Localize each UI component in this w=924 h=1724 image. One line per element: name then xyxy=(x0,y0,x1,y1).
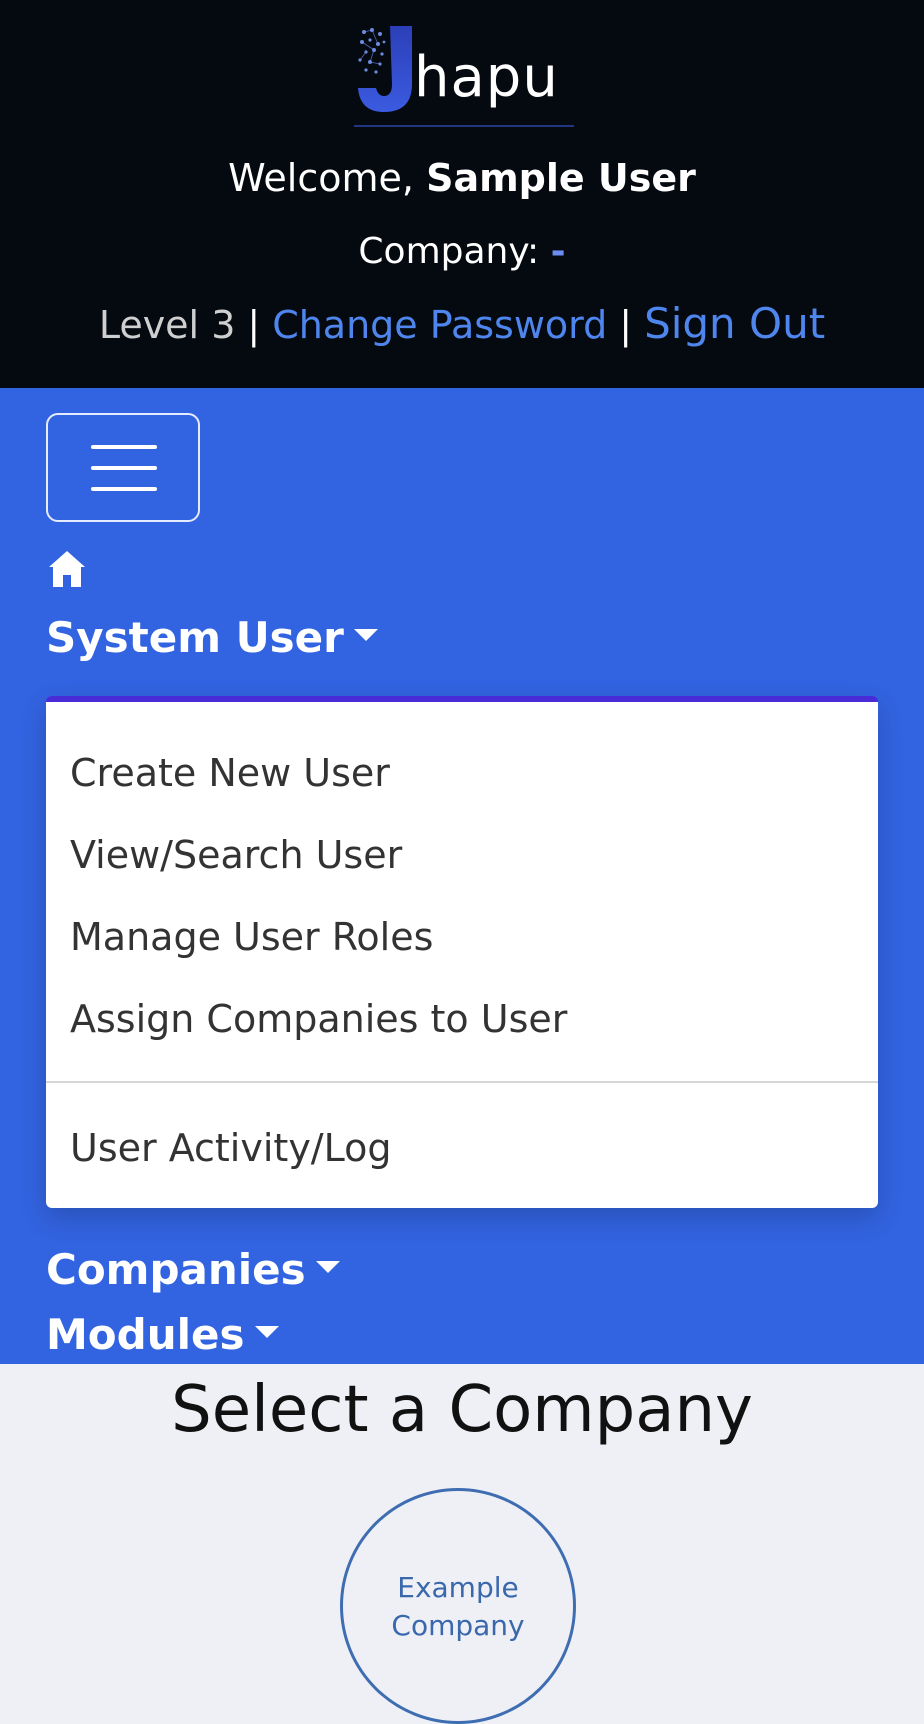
menu-item-manage-user-roles[interactable]: Manage User Roles xyxy=(70,909,433,965)
nav-system-user-label: System User xyxy=(46,613,344,662)
dropdown-divider xyxy=(46,1081,878,1083)
logo-text: hapu xyxy=(414,45,559,110)
menu-item-view-search-user[interactable]: View/Search User xyxy=(70,827,402,883)
hamburger-icon-bar xyxy=(91,445,157,449)
welcome-message: Welcome, Sample User xyxy=(0,150,924,206)
page-title: Select a Company xyxy=(171,1373,753,1447)
hamburger-icon-bar xyxy=(91,466,157,470)
account-links: Level 3 | Change Password | Sign Out xyxy=(0,296,924,353)
company-card-label: Example Company xyxy=(391,1571,525,1642)
logo-j-mark xyxy=(358,26,412,112)
nav-modules[interactable]: Modules xyxy=(46,1307,279,1363)
logo-tagline-graphic xyxy=(354,125,574,127)
company-label: Company: xyxy=(358,231,540,272)
system-user-dropdown-menu: Create New User View/Search User Manage … xyxy=(46,696,878,1208)
menu-item-create-new-user[interactable]: Create New User xyxy=(70,745,390,801)
nav-system-user[interactable]: System User xyxy=(46,610,378,666)
caret-down-icon xyxy=(254,1325,279,1338)
change-password-link[interactable]: Change Password xyxy=(272,303,607,347)
nav-modules-label: Modules xyxy=(46,1310,245,1359)
user-level: Level 3 xyxy=(98,303,236,347)
current-company: Company: - xyxy=(0,224,924,280)
welcome-prefix: Welcome, xyxy=(228,156,414,200)
user-name: Sample User xyxy=(426,156,696,200)
menu-item-assign-companies[interactable]: Assign Companies to User xyxy=(70,991,567,1047)
company-card-example[interactable]: Example Company xyxy=(340,1488,576,1724)
hamburger-icon-bar xyxy=(91,487,157,491)
nav-companies-label: Companies xyxy=(46,1245,306,1294)
separator: | xyxy=(247,303,261,347)
sign-out-link[interactable]: Sign Out xyxy=(644,299,825,348)
brand-logo[interactable]: hapu xyxy=(354,22,574,134)
separator: | xyxy=(619,303,633,347)
company-value: - xyxy=(550,231,566,272)
top-header: hapu Welcome, Sample User Company: - Lev… xyxy=(0,0,924,388)
home-icon[interactable] xyxy=(47,549,87,589)
nav-companies[interactable]: Companies xyxy=(46,1242,340,1298)
caret-down-icon xyxy=(315,1260,340,1273)
menu-toggle-button[interactable] xyxy=(46,413,200,522)
caret-down-icon xyxy=(353,628,378,641)
menu-item-user-activity-log[interactable]: User Activity/Log xyxy=(70,1120,391,1176)
